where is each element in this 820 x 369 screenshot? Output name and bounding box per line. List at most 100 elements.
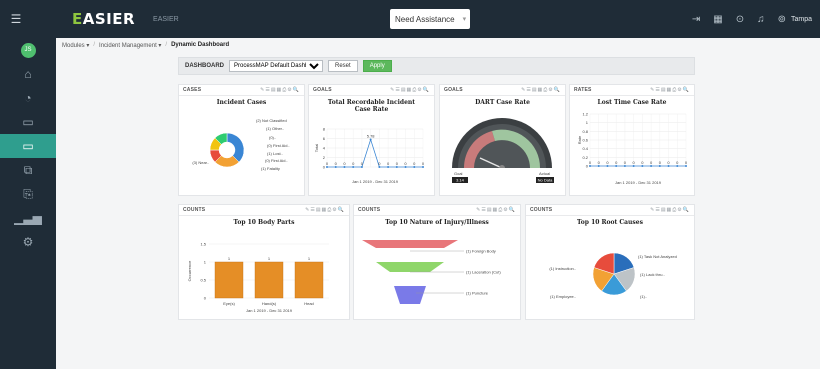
card-body-parts: COUNTS ✎☰▤▦⎙⚙🔍 Top 10 Body Parts 0 0.5 1 1.5…	[178, 204, 350, 320]
y-tick-label: 1.2	[582, 112, 588, 117]
data-label: 0	[624, 160, 627, 165]
data-point	[650, 165, 653, 167]
data-label: 0	[378, 161, 381, 166]
card-label: RATES	[574, 87, 592, 93]
root-causes-chart: (1) Task Not Analyzed (1) Lack thru.. (1).…	[549, 252, 677, 299]
card-label: COUNTS	[183, 207, 206, 213]
apply-button[interactable]: Apply	[362, 60, 392, 72]
bell-icon[interactable]: ♫	[757, 14, 765, 25]
brand: EASIER EASIER	[72, 10, 179, 28]
grid-icon[interactable]: ▦	[713, 14, 722, 25]
sidebar-item-monitor[interactable]: ▭	[0, 110, 56, 134]
data-point	[632, 165, 635, 167]
home-icon: ⌂	[24, 67, 32, 81]
funnel-segment	[362, 240, 458, 248]
avatar: JS	[20, 42, 36, 58]
ltcr-chart: 00.20.40.60.811.20 0 0 0 0 0 0 0 0 0 0 0RateJan 1 2…	[577, 112, 688, 186]
logout-icon[interactable]: ⇥	[692, 14, 700, 25]
data-point	[597, 165, 600, 167]
sidebar-item-documents[interactable]: ⎘	[0, 182, 56, 206]
segment-label: (1) Foreign Body	[466, 249, 496, 254]
sidebar-item-settings[interactable]: ⚙	[0, 230, 56, 254]
sidebar-item-reports[interactable]: ◔	[0, 86, 56, 110]
slice-label: (1) Lack thru..	[640, 272, 665, 277]
slice-label: (2) Not Classified	[256, 118, 287, 123]
breadcrumb-modules[interactable]: Modules ▾	[62, 42, 89, 49]
data-point	[641, 165, 644, 167]
hamburger-menu-icon[interactable]: ☰	[0, 0, 32, 38]
card-tools-icons[interactable]: ✎☰▤▦⎙⚙🔍	[260, 87, 300, 93]
dashboard-select[interactable]: ProcessMAP Default Dashboar	[229, 60, 323, 72]
data-label: 1	[308, 256, 311, 261]
task-icon: ⧉	[23, 162, 33, 177]
card-rates: RATES ✎☰▤▦⎙⚙🔍 Lost Time Case Rate 0 0.2 0.4…	[569, 84, 695, 196]
dashboard-filter-bar: DASHBOARD ProcessMAP Default Dashboar Re…	[178, 57, 695, 75]
data-point	[606, 165, 609, 167]
body-parts-chart: 0 0.5 1 1.5 1 Eye(s) 1 Hand(s) 1 Head Occurrence Ja…	[187, 242, 329, 313]
location-icon[interactable]: ⊚	[778, 14, 786, 25]
data-point	[387, 166, 390, 168]
sidebar-avatar[interactable]: JS	[0, 38, 56, 62]
sidebar: JS ⌂ ◔ ▭ ▭ ⧉ ⎘ ▁▃▅ ⚙	[0, 38, 56, 369]
card-label: CASES	[183, 87, 202, 93]
y-tick-label: 1	[586, 120, 589, 125]
breadcrumb-separator: /	[93, 42, 96, 48]
data-point	[623, 165, 626, 167]
dashboard-icon: ▭	[22, 139, 34, 153]
card-label: GOALS	[313, 87, 332, 93]
top-icons: ⇥ ▦ ⊙ ♫ ⊚ Tampa	[692, 0, 812, 38]
incident-cases-chart: (3) Near.. (2) Not Classified (1) Other.. (…	[192, 118, 289, 171]
gear-icon: ⚙	[22, 235, 34, 249]
data-point	[685, 165, 687, 167]
data-label: 0	[633, 160, 636, 165]
data-label: 0	[659, 160, 662, 165]
data-point	[667, 165, 670, 167]
chevron-down-icon: ▾	[462, 16, 467, 23]
help-icon[interactable]: ⊙	[736, 14, 744, 25]
card-tools-icons[interactable]: ✎☰▤▦⎙⚙🔍	[650, 87, 690, 93]
slice-label: (1) Instruction..	[549, 266, 576, 271]
goal-label: Goal	[454, 171, 463, 176]
user-location[interactable]: Tampa	[791, 16, 812, 23]
slice-label: (1) Other..	[266, 126, 284, 131]
data-label: 1	[228, 256, 231, 261]
sidebar-item-home[interactable]: ⌂	[0, 62, 56, 86]
breadcrumb-current: Dynamic Dashboard	[171, 42, 230, 48]
y-tick-label: 0	[204, 296, 207, 301]
chart-title: Total Recordable Incident Case Rate	[327, 99, 416, 113]
sidebar-item-analytics[interactable]: ▁▃▅	[0, 206, 56, 230]
card-label: GOALS	[444, 87, 463, 93]
y-tick-label: 1	[204, 260, 207, 265]
x-tick-label: Hand(s)	[262, 301, 277, 306]
slice-label: (1) Employee..	[550, 294, 576, 299]
card-tools-icons[interactable]: ✎☰▤▦⎙⚙🔍	[650, 207, 690, 213]
data-point	[589, 165, 591, 167]
data-label: 0	[676, 160, 679, 165]
card-tools-icons[interactable]: ✎☰▤▦⎙⚙🔍	[390, 87, 430, 93]
series-line	[327, 138, 423, 168]
y-tick-label: 4	[323, 146, 326, 151]
card-tools-icons[interactable]: ✎☰▤▦⎙⚙🔍	[521, 87, 561, 93]
breadcrumb-separator: /	[165, 42, 168, 48]
date-range: Jan 1 2019 - Dec 31 2019	[615, 180, 662, 185]
data-point	[404, 166, 407, 168]
data-label: 0	[343, 161, 346, 166]
data-point	[369, 138, 372, 141]
date-range: Jan 1 2019 - Dec 31 2019	[246, 308, 293, 313]
data-label: 0	[641, 160, 644, 165]
sidebar-item-dashboard[interactable]: ▭	[0, 134, 56, 158]
need-assistance-dropdown[interactable]: Need Assistance ▾	[390, 9, 470, 29]
breadcrumb-incident[interactable]: Incident Management ▾	[99, 42, 161, 49]
y-tick-label: 0.6	[582, 138, 588, 143]
card-tools-icons[interactable]: ✎☰▤▦⎙⚙🔍	[305, 207, 345, 213]
chart-title: Top 10 Nature of Injury/Illness	[385, 219, 489, 226]
y-tick-label: 1.5	[200, 242, 206, 247]
data-label: 0	[667, 160, 670, 165]
reset-button[interactable]: Reset	[328, 60, 358, 72]
y-axis-label: Rate	[577, 135, 582, 144]
segment-label: (1) Puncture	[466, 291, 489, 296]
card-tools-icons[interactable]: ✎☰▤▦⎙⚙🔍	[476, 207, 516, 213]
sidebar-item-tasks[interactable]: ⧉	[0, 158, 56, 182]
card-cases: CASES ✎☰▤▦⎙⚙🔍 Incident Cases (3) Near.. (2…	[178, 84, 305, 196]
y-tick-label: 0.4	[582, 146, 588, 151]
